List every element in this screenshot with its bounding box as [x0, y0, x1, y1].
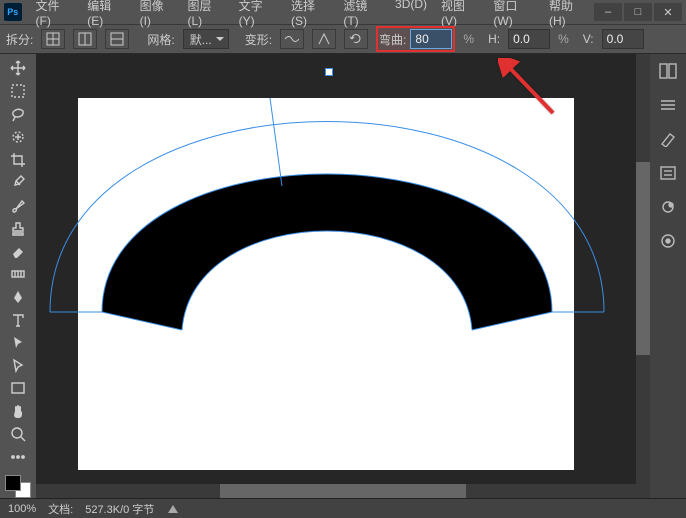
warp-orient-button[interactable]	[312, 29, 336, 49]
minimize-button[interactable]: –	[594, 3, 622, 21]
lasso-tool[interactable]	[5, 104, 31, 125]
warp-preset-button[interactable]	[280, 29, 304, 49]
panel-adjustments-icon[interactable]	[655, 196, 681, 218]
path-select-tool[interactable]	[5, 332, 31, 353]
type-tool[interactable]	[5, 309, 31, 330]
scrollbar-thumb[interactable]	[636, 162, 650, 356]
foreground-swatch[interactable]	[5, 475, 21, 491]
zoom-tool[interactable]	[5, 424, 31, 445]
v-input[interactable]: 0.0	[602, 29, 644, 49]
h-input[interactable]: 0.0	[508, 29, 550, 49]
grid-value: 默...	[190, 31, 212, 48]
tool-panel	[0, 54, 36, 498]
menu-file[interactable]: 文件(F)	[30, 0, 80, 30]
warp-reset-button[interactable]	[344, 29, 368, 49]
warp-label: 变形:	[245, 31, 272, 48]
app-logo: Ps	[4, 3, 22, 21]
scrollbar-thumb[interactable]	[220, 484, 466, 498]
grid-dropdown[interactable]: 默...	[183, 29, 229, 49]
menu-window[interactable]: 窗口(W)	[487, 0, 541, 30]
eyedropper-tool[interactable]	[5, 172, 31, 193]
bend-pct: %	[463, 32, 474, 46]
maximize-button[interactable]: □	[624, 3, 652, 21]
panel-swatches-icon[interactable]	[655, 128, 681, 150]
eraser-tool[interactable]	[5, 241, 31, 262]
menu-image[interactable]: 图像(I)	[134, 0, 180, 30]
close-button[interactable]: ✕	[654, 3, 682, 21]
menu-type[interactable]: 文字(Y)	[233, 0, 283, 30]
status-flyout-icon[interactable]	[168, 505, 178, 513]
canvas-area[interactable]	[36, 54, 650, 498]
menu-select[interactable]: 选择(S)	[285, 0, 335, 30]
main-menu: 文件(F) 编辑(E) 图像(I) 图层(L) 文字(Y) 选择(S) 滤镜(T…	[30, 0, 595, 30]
quick-select-tool[interactable]	[5, 127, 31, 148]
direct-select-tool[interactable]	[5, 355, 31, 376]
marquee-tool[interactable]	[5, 81, 31, 102]
grid-label: 网格:	[147, 31, 174, 48]
hand-tool[interactable]	[5, 401, 31, 422]
bend-label: 弯曲:	[379, 31, 406, 48]
menu-edit[interactable]: 编辑(E)	[81, 0, 131, 30]
move-tool[interactable]	[5, 58, 31, 79]
zoom-level[interactable]: 100%	[8, 503, 36, 515]
menu-help[interactable]: 帮助(H)	[543, 0, 594, 30]
panel-color-icon[interactable]	[655, 230, 681, 252]
color-swatches[interactable]	[5, 475, 31, 498]
panel-brushes-icon[interactable]	[655, 94, 681, 116]
warp-handle-top[interactable]	[325, 68, 333, 76]
rectangle-tool[interactable]	[5, 378, 31, 399]
split-horz-button[interactable]	[105, 29, 129, 49]
h-pct: %	[558, 32, 569, 46]
panel-arrange-icon[interactable]	[655, 60, 681, 82]
status-bar: 100% 文档: 527.3K/0 字节	[0, 498, 686, 518]
crop-tool[interactable]	[5, 149, 31, 170]
split-label: 拆分:	[6, 31, 33, 48]
pen-tool[interactable]	[5, 287, 31, 308]
split-cross-button[interactable]	[41, 29, 65, 49]
panel-paragraph-icon[interactable]	[655, 162, 681, 184]
brush-tool[interactable]	[5, 195, 31, 216]
bend-highlight: 弯曲: 80	[376, 26, 455, 52]
more-tools[interactable]	[5, 447, 31, 468]
vertical-scrollbar[interactable]	[636, 54, 650, 484]
document-canvas[interactable]	[78, 98, 574, 470]
h-label: H:	[488, 32, 500, 46]
horizontal-scrollbar[interactable]	[36, 484, 650, 498]
right-panel-dock	[650, 54, 686, 498]
doc-size-value: 527.3K/0 字节	[85, 501, 154, 517]
doc-size-label: 文档:	[48, 501, 73, 517]
v-label: V:	[583, 32, 594, 46]
menu-layer[interactable]: 图层(L)	[181, 0, 230, 30]
stamp-tool[interactable]	[5, 218, 31, 239]
split-vert-button[interactable]	[73, 29, 97, 49]
bend-input[interactable]: 80	[410, 29, 452, 49]
gradient-tool[interactable]	[5, 264, 31, 285]
